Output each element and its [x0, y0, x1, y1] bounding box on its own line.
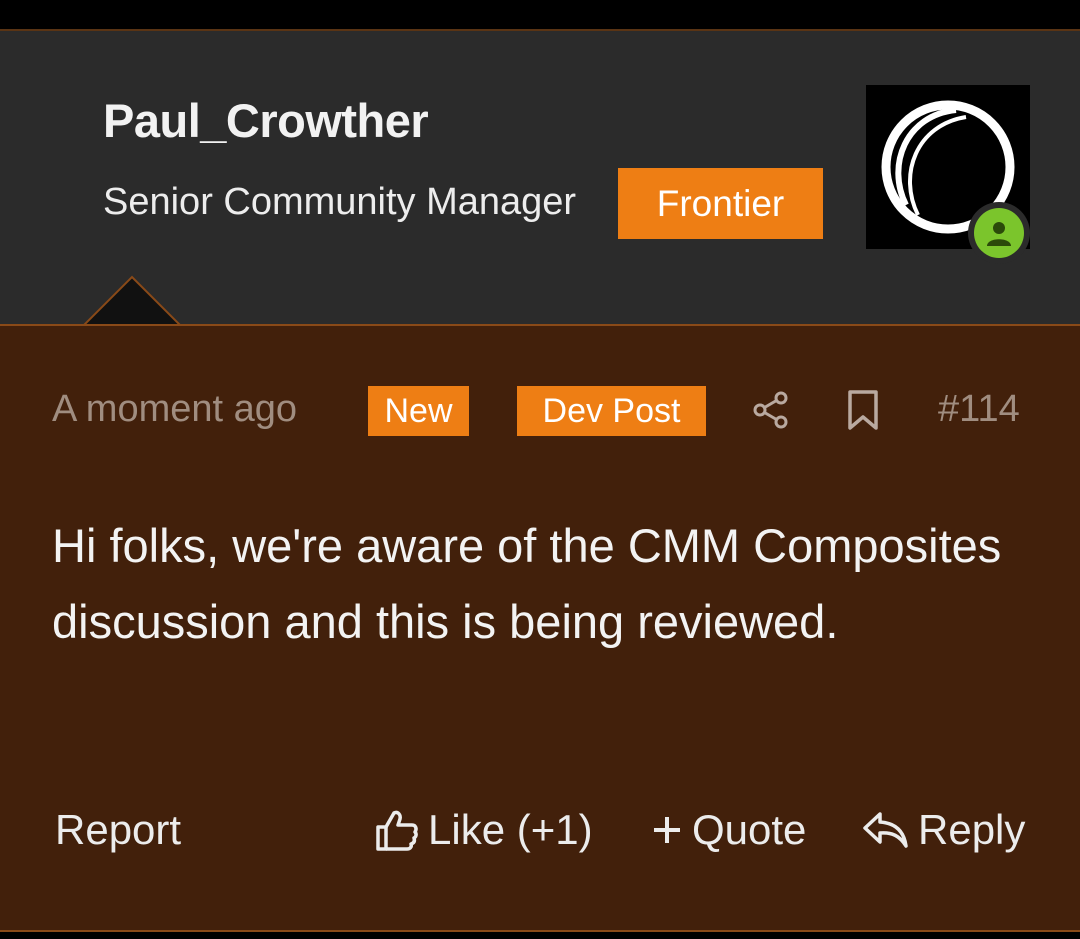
dev-post-tag: Dev Post	[517, 386, 706, 436]
reply-icon	[863, 812, 908, 848]
like-button[interactable]: Like (+1)	[374, 806, 593, 854]
author-name[interactable]: Paul_Crowther	[103, 93, 429, 148]
post-body: Hi folks, we're aware of the CMM Composi…	[52, 519, 1002, 648]
author-title: Senior Community Manager	[103, 181, 577, 223]
plus-icon	[654, 817, 680, 843]
report-label: Report	[55, 806, 182, 853]
post-card: Paul_Crowther Senior Community Manager F…	[0, 0, 1080, 939]
report-button[interactable]: Report	[55, 806, 181, 854]
bookmark-icon[interactable]	[841, 386, 885, 434]
quote-label: Quote	[692, 806, 807, 853]
reply-button[interactable]: Reply	[862, 806, 1025, 854]
user-online-icon	[974, 208, 1024, 258]
share-icon[interactable]	[749, 386, 793, 434]
reply-label: Reply	[918, 806, 1026, 853]
like-label: Like (+1)	[428, 806, 593, 853]
quote-button[interactable]: Quote	[650, 806, 806, 854]
post-content: A moment ago New Dev Post #114 Hi folks,…	[0, 324, 1080, 932]
post-number[interactable]: #114	[938, 388, 1020, 431]
online-status-badge	[968, 202, 1030, 264]
speech-pointer	[82, 275, 182, 327]
thumbs-up-icon	[376, 810, 418, 851]
group-badge: Frontier	[618, 168, 823, 239]
new-tag: New	[368, 386, 469, 436]
post-timestamp[interactable]: A moment ago	[52, 388, 297, 431]
